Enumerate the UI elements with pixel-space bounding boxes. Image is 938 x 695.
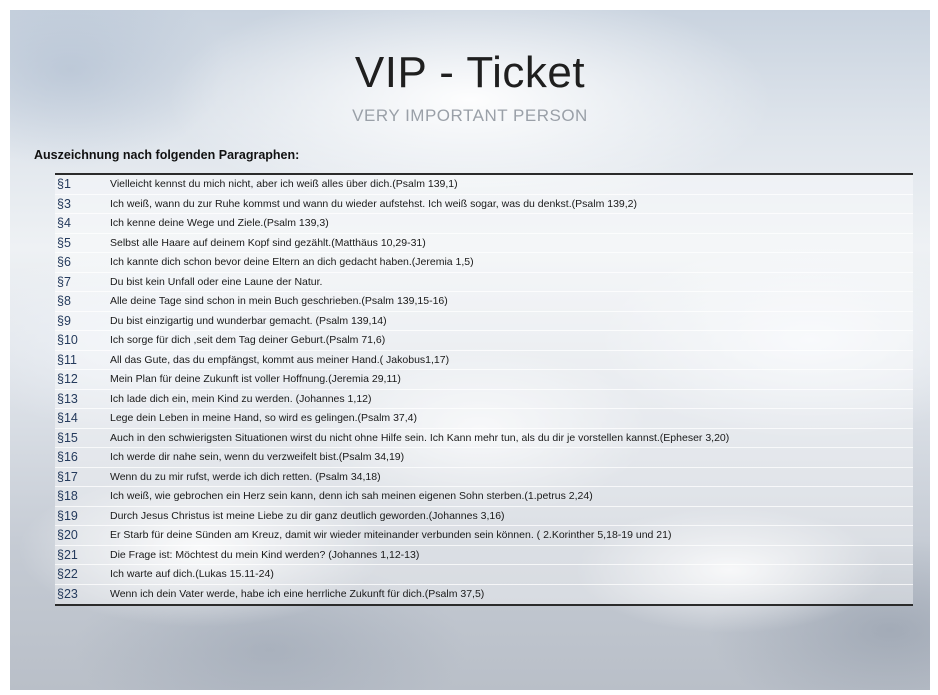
paragraph-number: §19 — [57, 508, 78, 523]
paragraph-number: §6 — [57, 255, 71, 270]
paragraph-number: §14 — [57, 411, 78, 426]
table-row: §23 Wenn ich dein Vater werde, habe ich e… — [55, 585, 913, 605]
table-row: §9 Du bist einzigartig und wunderbar gema… — [55, 312, 913, 331]
table-row: §13 Ich lade dich ein, mein Kind zu werde… — [55, 390, 913, 409]
paragraph-text: Ich weiß, wann du zur Ruhe kommst und wa… — [110, 197, 638, 210]
table-row: §11 All das Gute, das du empfängst, kommt… — [55, 351, 913, 370]
paragraph-number: §16 — [57, 450, 78, 465]
paragraph-number: §20 — [57, 528, 78, 543]
paragraph-number: §23 — [57, 587, 78, 602]
paragraph-text: Du bist einzigartig und wunderbar gemach… — [110, 314, 387, 327]
paragraph-text: Selbst alle Haare auf deinem Kopf sind g… — [110, 236, 426, 249]
paragraph-number: §17 — [57, 469, 78, 484]
paragraph-text: Auch in den schwierigsten Situationen wi… — [110, 431, 730, 444]
table-row: §4 Ich kenne deine Wege und Ziele.(Psalm … — [55, 214, 913, 234]
page: VIP - Ticket VERY IMPORTANT PERSON Ausze… — [0, 0, 938, 695]
paragraph-number: §11 — [57, 352, 77, 367]
paragraph-number: §1 — [57, 177, 71, 192]
table-row: §19 Durch Jesus Christus ist meine Liebe … — [55, 507, 913, 526]
paragraph-number: §7 — [57, 274, 71, 289]
paragraph-text: Ich weiß, wie gebrochen ein Herz sein ka… — [110, 490, 593, 503]
paragraph-number: §21 — [57, 547, 78, 562]
paragraph-number: §4 — [57, 216, 71, 231]
paragraph-text: Alle deine Tage sind schon in mein Buch … — [110, 295, 448, 308]
paragraph-text: Die Frage ist: Möchtest du mein Kind wer… — [110, 548, 420, 561]
table-row: §15 Auch in den schwierigsten Situationen… — [55, 429, 913, 448]
table-row: §3 Ich weiß, wann du zur Ruhe kommst und … — [55, 195, 913, 214]
paragraph-number: §13 — [57, 391, 78, 406]
table-row: §22 Ich warte auf dich.(Lukas 15.11-24) — [55, 565, 913, 585]
paragraph-text: Wenn du zu mir rufst, werde ich dich ret… — [110, 470, 381, 483]
paragraph-text: Ich kannte dich schon bevor deine Eltern… — [110, 256, 474, 269]
paragraph-text: Er Starb für deine Sünden am Kreuz, dami… — [110, 529, 672, 542]
paragraph-number: §5 — [57, 235, 71, 250]
table-row: §8 Alle deine Tage sind schon in mein Buc… — [55, 292, 913, 312]
table-row: §16 Ich werde dir nahe sein, wenn du verz… — [55, 448, 913, 468]
table-row: §17 Wenn du zu mir rufst, werde ich dich … — [55, 468, 913, 487]
table-row: §6 Ich kannte dich schon bevor deine Elte… — [55, 253, 913, 273]
table-row: §18 Ich weiß, wie gebrochen ein Herz sein… — [55, 487, 913, 507]
paragraph-text: Mein Plan für deine Zukunft ist voller H… — [110, 373, 401, 386]
paragraph-text: Durch Jesus Christus ist meine Liebe zu … — [110, 509, 505, 522]
table-row: §7 Du bist kein Unfall oder eine Laune de… — [55, 273, 913, 292]
table-row: §20 Er Starb für deine Sünden am Kreuz, d… — [55, 526, 913, 546]
table-row: §12 Mein Plan für deine Zukunft ist volle… — [55, 370, 913, 390]
paragraph-number: §22 — [57, 567, 78, 582]
paragraph-number: §18 — [57, 489, 78, 504]
paragraph-text: Ich warte auf dich.(Lukas 15.11-24) — [110, 568, 274, 581]
paragraph-number: §3 — [57, 196, 71, 211]
paragraph-number: §15 — [57, 430, 78, 445]
table-row: §14 Lege dein Leben in meine Hand, so wir… — [55, 409, 913, 429]
paragraph-number: §9 — [57, 313, 71, 328]
paragraph-number: §10 — [57, 333, 78, 348]
paragraph-table: §1 Vielleicht kennst du mich nicht, aber … — [55, 173, 913, 606]
page-subtitle: VERY IMPORTANT PERSON — [352, 106, 588, 125]
paragraph-text: Du bist kein Unfall oder eine Laune der … — [110, 275, 323, 288]
table-row: §10 Ich sorge für dich ,seit dem Tag dein… — [55, 331, 913, 351]
paragraph-number: §8 — [57, 294, 71, 309]
paragraph-text: Ich sorge für dich ,seit dem Tag deiner … — [110, 334, 386, 347]
section-heading: Auszeichnung nach folgenden Paragraphen: — [34, 148, 300, 162]
page-title: VIP - Ticket — [354, 48, 586, 97]
paragraph-number: §12 — [57, 372, 78, 387]
table-row: §1 Vielleicht kennst du mich nicht, aber … — [55, 175, 913, 195]
paragraph-text: Ich kenne deine Wege und Ziele.(Psalm 13… — [110, 217, 329, 230]
paragraph-text: Lege dein Leben in meine Hand, so wird e… — [110, 412, 418, 425]
slide: VIP - Ticket VERY IMPORTANT PERSON Ausze… — [10, 10, 930, 690]
paragraph-text: Wenn ich dein Vater werde, habe ich eine… — [110, 588, 485, 601]
paragraph-text: All das Gute, das du empfängst, kommt au… — [110, 353, 450, 366]
paragraph-text: Vielleicht kennst du mich nicht, aber ic… — [110, 178, 458, 191]
paragraph-text: Ich werde dir nahe sein, wenn du verzwei… — [110, 451, 405, 464]
table-row: §5 Selbst alle Haare auf deinem Kopf sind… — [55, 234, 913, 253]
paragraph-text: Ich lade dich ein, mein Kind zu werden. … — [110, 392, 372, 405]
table-row: §21 Die Frage ist: Möchtest du mein Kind … — [55, 546, 913, 565]
